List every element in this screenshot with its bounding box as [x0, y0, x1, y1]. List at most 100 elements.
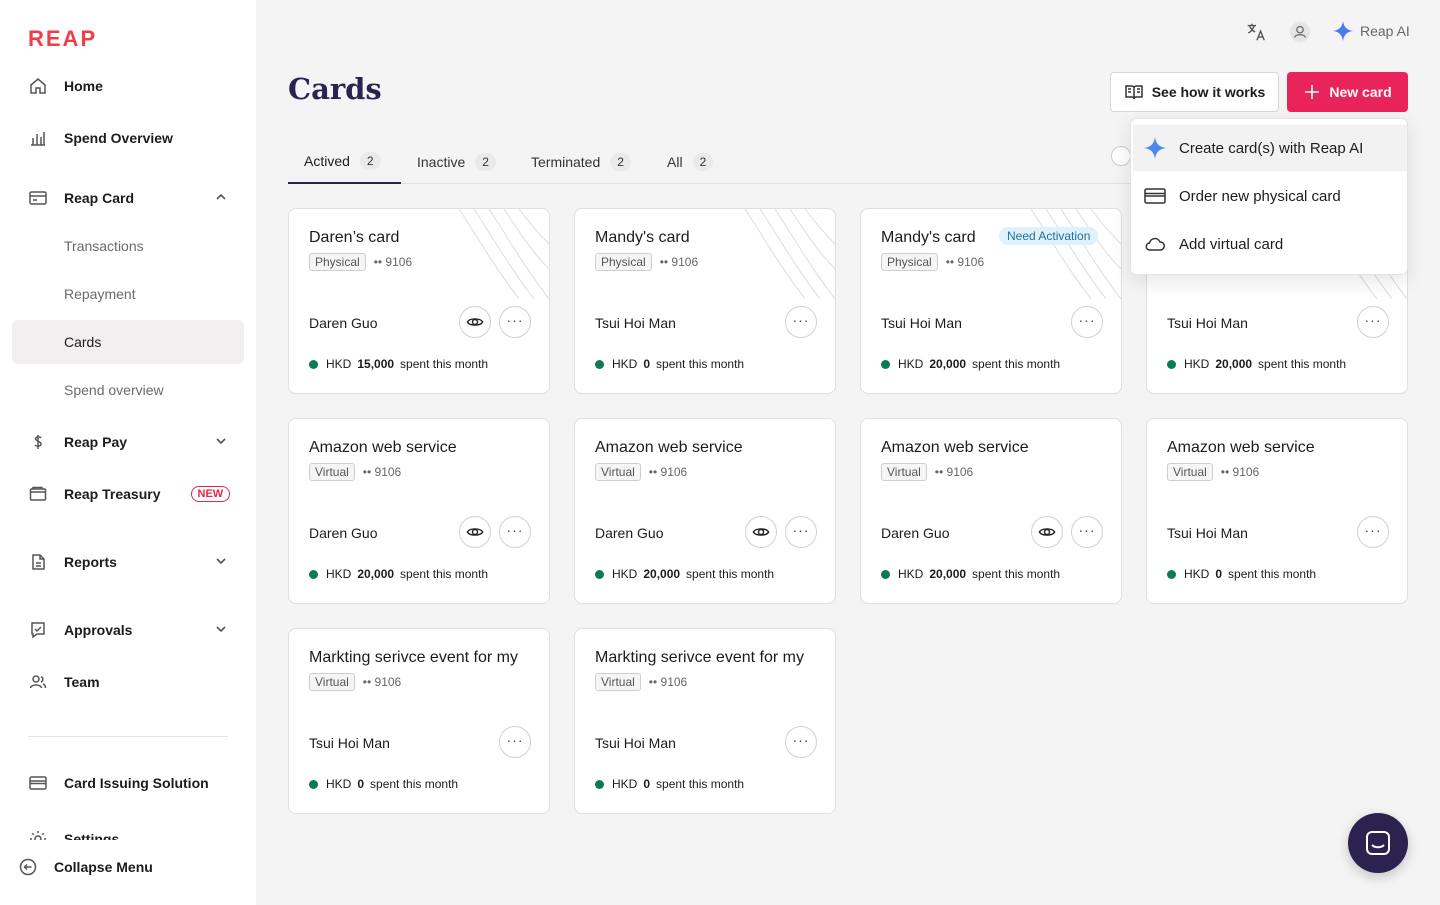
sidebar-item-spend-overview-sub[interactable]: Spend overview [12, 368, 244, 412]
card-tile[interactable]: Mandy's card Need Activation Physical ••… [860, 208, 1122, 394]
more-options-button[interactable]: ··· [785, 726, 817, 758]
spent-summary: HKD 20,000 spent this month [881, 567, 1060, 581]
card-issuing-icon [28, 773, 48, 793]
spent-amount: 0 [643, 777, 651, 791]
spent-suffix: spent this month [972, 567, 1061, 581]
sidebar-item-card-issuing[interactable]: Card Issuing Solution [12, 761, 244, 805]
user-avatar-icon[interactable] [1288, 20, 1312, 44]
sidebar-item-settings[interactable]: Settings [12, 826, 244, 840]
card-tile[interactable]: Markting serivce event for my Virtual ••… [574, 628, 836, 814]
more-options-button[interactable]: ··· [1071, 306, 1103, 338]
sidebar-item-home[interactable]: Home [12, 64, 244, 108]
more-icon: ··· [1364, 312, 1382, 328]
spent-suffix: spent this month [400, 567, 489, 581]
more-options-button[interactable]: ··· [499, 516, 531, 548]
sidebar-item-team[interactable]: Team [12, 660, 244, 704]
view-toggle[interactable] [1111, 146, 1131, 166]
sidebar-item-repayment[interactable]: Repayment [12, 272, 244, 316]
new-card-button[interactable]: New card [1287, 72, 1408, 112]
sidebar-item-label: Settings [64, 831, 120, 840]
chevron-up-icon[interactable] [214, 190, 228, 204]
card-type-tag: Virtual [595, 463, 641, 481]
more-options-button[interactable]: ··· [499, 306, 531, 338]
tab-actived[interactable]: Actived 2 [288, 140, 401, 184]
more-options-button[interactable]: ··· [785, 306, 817, 338]
see-how-it-works-button[interactable]: See how it works [1110, 72, 1279, 112]
menu-item-add-virtual[interactable]: Add virtual card [1133, 221, 1407, 267]
sidebar-item-spend-overview[interactable]: Spend Overview [12, 116, 244, 160]
tab-inactive[interactable]: Inactive 2 [417, 140, 496, 184]
tab-count: 2 [359, 152, 381, 170]
sidebar-item-label: Reap Treasury [64, 486, 161, 502]
spent-currency: HKD [326, 357, 352, 371]
view-details-button[interactable] [745, 516, 777, 548]
card-tile[interactable]: Amazon web service Virtual •• 9106 Tsui … [1146, 418, 1408, 604]
menu-item-create-with-ai[interactable]: Create card(s) with Reap AI [1133, 125, 1407, 171]
card-holder: Daren Guo [309, 525, 378, 541]
spent-summary: HKD 20,000 spent this month [881, 357, 1060, 371]
more-options-button[interactable]: ··· [1071, 516, 1103, 548]
more-options-button[interactable]: ··· [785, 516, 817, 548]
sidebar-item-reap-treasury[interactable]: Reap Treasury NEW [12, 472, 244, 516]
tab-all[interactable]: All 2 [667, 140, 714, 184]
sidebar-item-transactions[interactable]: Transactions [12, 224, 244, 268]
spent-summary: HKD 0 spent this month [309, 777, 458, 791]
card-tile[interactable]: Amazon web service Virtual •• 9106 Daren… [288, 418, 550, 604]
sidebar-item-reports[interactable]: Reports [12, 540, 244, 584]
chevron-down-icon[interactable] [214, 554, 228, 568]
sparkle-icon [1144, 137, 1166, 159]
view-details-button[interactable] [459, 306, 491, 338]
card-title: Daren’s card [309, 229, 400, 246]
view-details-button[interactable] [1031, 516, 1063, 548]
cloud-icon [1145, 237, 1165, 251]
chevron-down-icon[interactable] [214, 434, 228, 448]
card-last4: •• 9106 [659, 255, 699, 269]
menu-item-label: Create card(s) with Reap AI [1179, 139, 1364, 157]
status-dot [1167, 359, 1176, 369]
more-options-button[interactable]: ··· [1357, 306, 1389, 338]
need-activation-badge: Need Activation [999, 227, 1099, 245]
reap-logo[interactable]: REAP [28, 26, 97, 52]
card-tile[interactable]: Amazon web service Virtual •• 9106 Daren… [860, 418, 1122, 604]
card-meta: Virtual •• 9106 [1167, 463, 1259, 481]
card-type-tag: Virtual [309, 463, 355, 481]
card-type-tag: Virtual [1167, 463, 1213, 481]
reap-ai-button[interactable]: Reap AI [1332, 20, 1410, 42]
sidebar-item-approvals[interactable]: Approvals [12, 608, 244, 652]
spent-summary: HKD 20,000 spent this month [1167, 357, 1346, 371]
chat-support-button[interactable] [1348, 813, 1408, 873]
translate-icon[interactable] [1244, 20, 1268, 44]
more-options-button[interactable]: ··· [1357, 516, 1389, 548]
more-options-button[interactable]: ··· [499, 726, 531, 758]
card-tile[interactable]: Markting serivce event for my Virtual ••… [288, 628, 550, 814]
card-type-tag: Physical [309, 253, 366, 271]
card-type-tag: Virtual [595, 673, 641, 691]
menu-item-order-physical[interactable]: Order new physical card [1133, 173, 1407, 219]
sidebar-item-settings-clipped[interactable]: Settings [0, 826, 256, 840]
status-dot [881, 359, 890, 369]
card-holder: Tsui Hoi Man [881, 315, 962, 331]
sidebar-item-cards[interactable]: Cards [12, 320, 244, 364]
home-icon [28, 76, 48, 96]
more-icon: ··· [792, 312, 810, 328]
view-details-button[interactable] [459, 516, 491, 548]
card-holder: Tsui Hoi Man [309, 735, 390, 751]
spent-amount: 20,000 [643, 567, 681, 581]
collapse-menu-label: Collapse Menu [54, 859, 153, 875]
tab-terminated[interactable]: Terminated 2 [531, 140, 631, 184]
collapse-menu-button[interactable]: Collapse Menu [0, 845, 232, 889]
card-pattern [458, 209, 549, 299]
tab-label: All [667, 154, 683, 170]
wallet-icon [28, 484, 48, 504]
sidebar-item-reap-pay[interactable]: Reap Pay [12, 420, 244, 464]
status-dot [309, 779, 318, 789]
card-icon [28, 188, 48, 208]
sidebar: REAP Home Spend Overview Reap Card Trans… [0, 0, 256, 905]
bar-chart-icon [28, 128, 48, 148]
card-tile[interactable]: Daren’s card Physical •• 9106 Daren Guo … [288, 208, 550, 394]
chevron-down-icon[interactable] [214, 622, 228, 636]
status-dot [595, 779, 604, 789]
sidebar-item-reap-card[interactable]: Reap Card [12, 176, 244, 220]
card-tile[interactable]: Mandy's card Physical •• 9106 Tsui Hoi M… [574, 208, 836, 394]
card-tile[interactable]: Amazon web service Virtual •• 9106 Daren… [574, 418, 836, 604]
